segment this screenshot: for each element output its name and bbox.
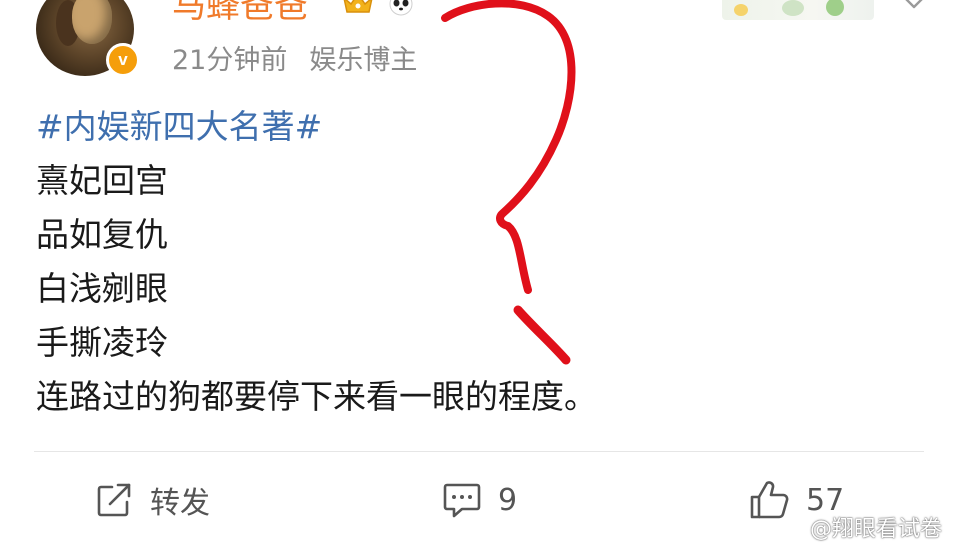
divider — [34, 451, 924, 452]
watermark-text: @翔眼看试卷 — [810, 517, 943, 542]
avatar-dog-face — [72, 0, 112, 44]
deco-dot — [734, 4, 748, 16]
watermark: @翔眼看试卷 — [782, 512, 942, 542]
forward-button[interactable]: 转发 — [96, 478, 210, 522]
post-line: 白浅剜眼 — [36, 269, 168, 308]
comment-count: 9 — [498, 482, 518, 518]
crown-icon — [343, 0, 373, 13]
deco-dot — [826, 0, 844, 16]
post-line: 手撕凌玲 — [36, 323, 168, 362]
post-line: 熹妃回宫 — [36, 161, 168, 200]
weibo-icon — [782, 518, 805, 536]
post-time: 21分钟前 — [172, 45, 288, 76]
author-name[interactable]: 马蜂爸爸 — [172, 0, 308, 27]
post-meta: 21分钟前 娱乐博主 — [172, 38, 417, 77]
panda-icon — [389, 0, 413, 16]
verified-v-icon: v — [106, 43, 140, 77]
post-line: 品如复仇 — [36, 215, 168, 254]
post-source: 娱乐博主 — [309, 45, 418, 76]
comment-icon — [443, 483, 481, 518]
topic-link[interactable]: #内娱新四大名著# — [36, 100, 597, 154]
comment-button[interactable]: 9 — [442, 478, 517, 522]
deco-dot — [782, 0, 804, 16]
post-line: 连路过的狗都要停下来看一眼的程度。 — [36, 377, 597, 416]
post-body: #内娱新四大名著# 熹妃回宫 品如复仇 白浅剜眼 手撕凌玲 连路过的狗都要停下来… — [36, 100, 597, 424]
forward-label: 转发 — [150, 486, 210, 521]
chevron-down-icon[interactable] — [903, 0, 925, 10]
fan-card-decoration — [722, 0, 874, 20]
share-icon — [97, 483, 131, 517]
